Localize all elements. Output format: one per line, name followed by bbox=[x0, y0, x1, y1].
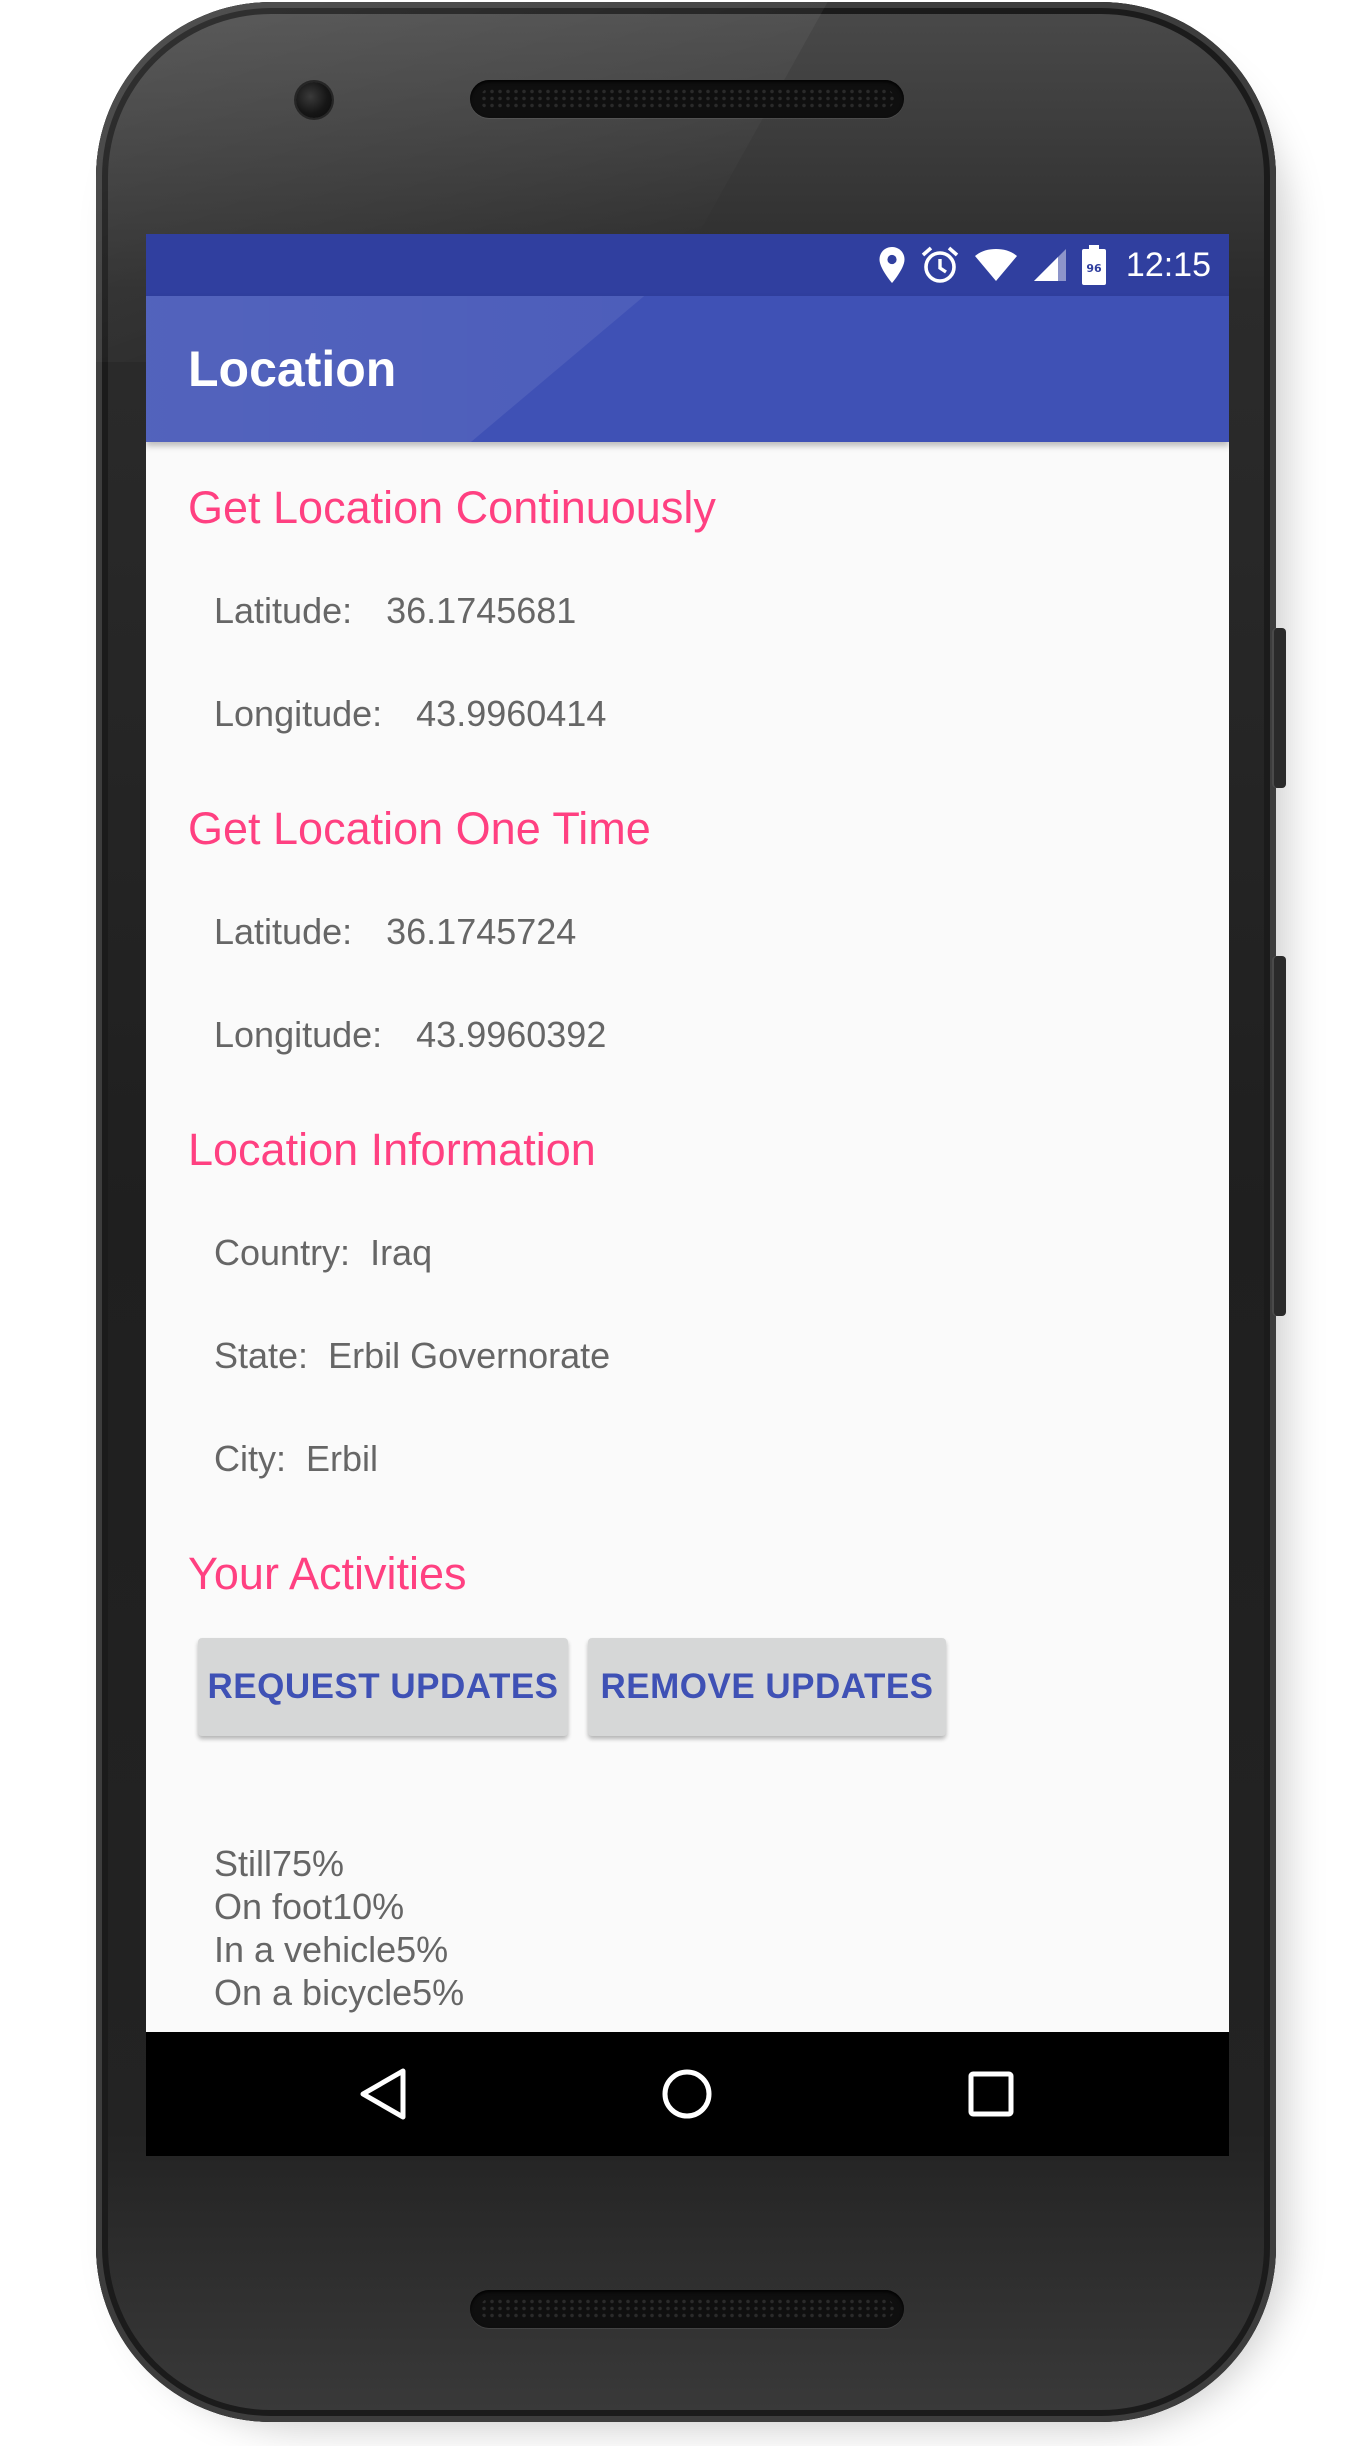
top-speaker bbox=[470, 80, 904, 118]
status-icons: 96 12:15 bbox=[878, 234, 1211, 296]
main-content[interactable]: Get Location Continuously Latitude: 36.17… bbox=[146, 442, 1229, 2022]
remove-updates-button[interactable]: REMOVE UPDATES bbox=[588, 1638, 946, 1736]
latitude-label: Latitude: bbox=[214, 590, 353, 631]
navigation-bar bbox=[146, 2032, 1229, 2156]
state-label: State: bbox=[214, 1335, 309, 1376]
request-updates-button[interactable]: REQUEST UPDATES bbox=[198, 1638, 568, 1736]
bottom-speaker bbox=[470, 2290, 904, 2328]
longitude-value: 43.9960414 bbox=[416, 693, 607, 734]
recents-button[interactable] bbox=[951, 2054, 1031, 2134]
status-time: 12:15 bbox=[1125, 245, 1211, 284]
status-bar: 96 12:15 bbox=[146, 234, 1229, 296]
recents-icon bbox=[968, 2071, 1014, 2117]
country-row: Country: Iraq bbox=[214, 1232, 432, 1274]
app-bar: Location bbox=[146, 296, 1229, 442]
battery-level: 96 bbox=[1086, 262, 1102, 275]
device-frame: 96 12:15 Location Get Location Continuou… bbox=[0, 0, 1370, 2446]
city-label: City: bbox=[214, 1438, 286, 1479]
city-row: City: Erbil bbox=[214, 1438, 378, 1480]
longitude-label: Longitude: bbox=[214, 693, 383, 734]
continuous-longitude-row: Longitude: 43.9960414 bbox=[214, 693, 606, 735]
section-title-one-time: Get Location One Time bbox=[188, 803, 651, 854]
screen: 96 12:15 Location Get Location Continuou… bbox=[146, 234, 1229, 2156]
one-time-longitude-row: Longitude: 43.9960392 bbox=[214, 1014, 606, 1056]
volume-button bbox=[1272, 956, 1286, 1316]
power-button bbox=[1272, 628, 1286, 788]
home-icon bbox=[662, 2069, 712, 2119]
section-title-continuous: Get Location Continuously bbox=[188, 482, 716, 533]
wifi-icon bbox=[974, 249, 1017, 281]
continuous-latitude-row: Latitude: 36.1745681 bbox=[214, 590, 576, 632]
activity-item: In a vehicle5% bbox=[214, 1929, 449, 1970]
country-value: Iraq bbox=[370, 1232, 433, 1273]
alarm-icon bbox=[921, 246, 959, 283]
activity-item: On foot10% bbox=[214, 1886, 405, 1927]
cell-signal-icon bbox=[1033, 249, 1066, 281]
section-title-activities: Your Activities bbox=[188, 1548, 467, 1599]
latitude-label: Latitude: bbox=[214, 911, 353, 952]
latitude-value: 36.1745681 bbox=[386, 590, 577, 631]
activity-item: On a bicycle5% bbox=[214, 1972, 465, 2013]
state-value: Erbil Governorate bbox=[328, 1335, 611, 1376]
app-title: Location bbox=[188, 341, 397, 397]
battery-icon: 96 bbox=[1081, 245, 1106, 285]
state-row: State: Erbil Governorate bbox=[214, 1335, 610, 1377]
home-button[interactable] bbox=[647, 2054, 727, 2134]
front-camera bbox=[296, 82, 332, 118]
section-title-info: Location Information bbox=[188, 1124, 596, 1175]
country-label: Country: bbox=[214, 1232, 351, 1273]
back-icon bbox=[360, 2068, 406, 2120]
one-time-latitude-row: Latitude: 36.1745724 bbox=[214, 911, 576, 953]
latitude-value: 36.1745724 bbox=[386, 911, 577, 952]
city-value: Erbil bbox=[306, 1438, 379, 1479]
activities-list: Still75% On foot10% In a vehicle5% On a … bbox=[214, 1842, 464, 2014]
back-button[interactable] bbox=[343, 2054, 423, 2134]
longitude-value: 43.9960392 bbox=[416, 1014, 607, 1055]
longitude-label: Longitude: bbox=[214, 1014, 383, 1055]
location-icon bbox=[879, 247, 905, 283]
activity-item: Still75% bbox=[214, 1843, 345, 1884]
